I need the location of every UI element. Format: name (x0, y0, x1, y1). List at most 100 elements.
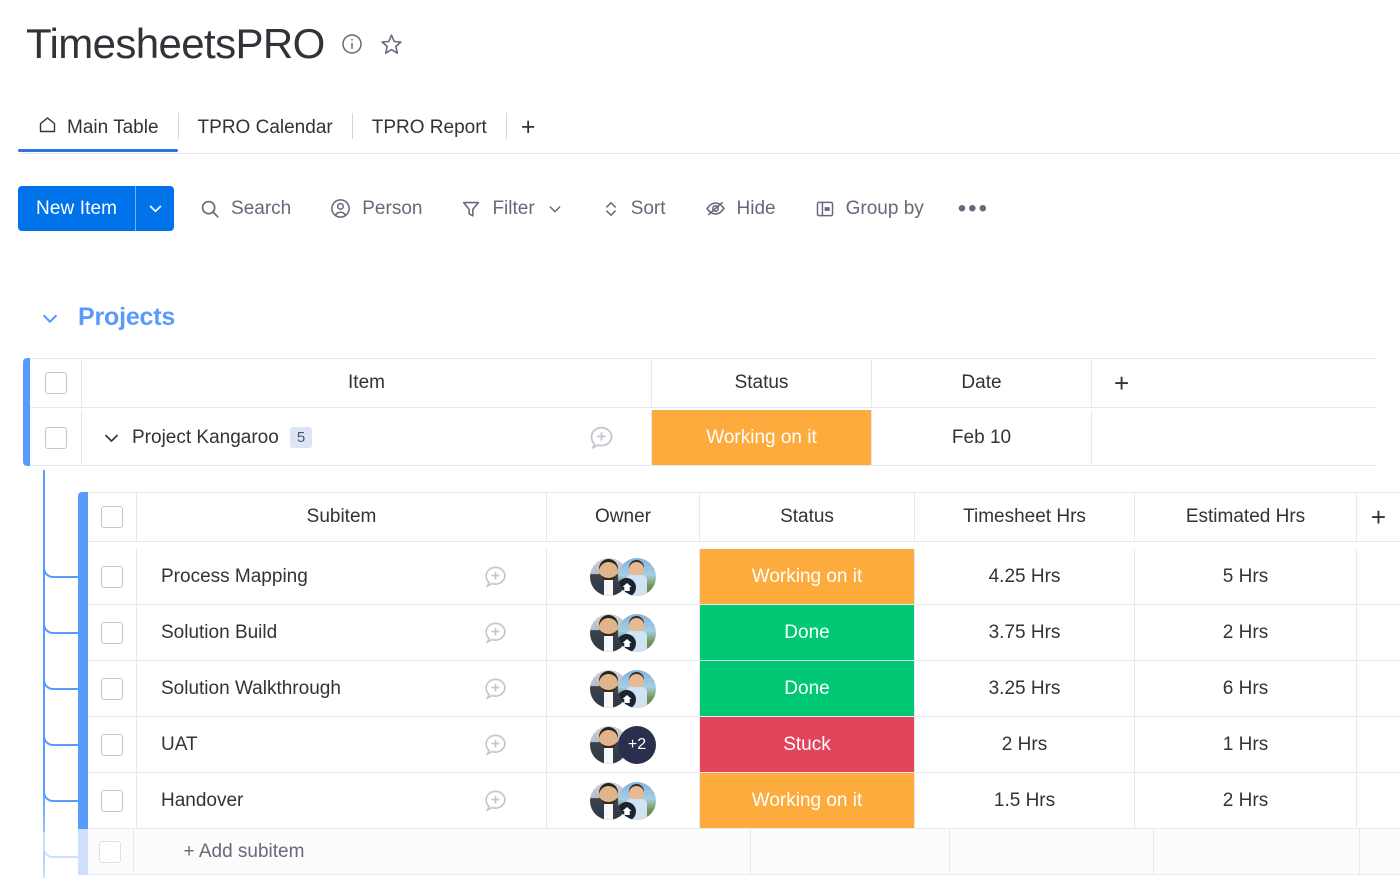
timesheet-hrs-cell[interactable]: 1.5 Hrs (915, 773, 1135, 829)
select-all-checkbox[interactable] (45, 372, 67, 394)
subitem-select-cell[interactable] (88, 661, 137, 717)
group-by-button[interactable]: Group by (801, 189, 937, 229)
tab-tpro-report[interactable]: TPRO Report (353, 104, 506, 151)
column-header-date[interactable]: Date (872, 358, 1092, 408)
subitem-owner-cell[interactable] (547, 773, 700, 829)
timesheet-hrs-cell[interactable]: 3.75 Hrs (915, 605, 1135, 661)
row-select-cell[interactable] (30, 410, 82, 466)
timesheet-hrs-cell[interactable]: 3.25 Hrs (915, 661, 1135, 717)
subitem-updates-cell[interactable] (444, 605, 547, 660)
subitem-updates-cell[interactable] (444, 717, 547, 772)
timesheet-hrs-cell[interactable]: 2 Hrs (915, 717, 1135, 773)
group-header-projects[interactable]: Projects (40, 303, 175, 332)
status-badge[interactable]: Stuck (700, 717, 914, 772)
filter-button[interactable]: Filter (447, 189, 575, 229)
subitem-select-cell[interactable] (88, 605, 137, 661)
avatar-group[interactable] (590, 558, 656, 596)
tab-main-table[interactable]: Main Table (18, 104, 178, 151)
avatar[interactable] (618, 782, 656, 820)
subitem-updates-cell[interactable] (444, 549, 547, 604)
subitem-owner-cell[interactable]: +2 (547, 717, 700, 773)
chat-add-icon[interactable] (482, 675, 509, 702)
add-subitem-row[interactable]: + Add subitem (78, 829, 1400, 875)
subitem-checkbox[interactable] (101, 678, 123, 700)
person-button[interactable]: Person (316, 189, 435, 229)
avatar[interactable] (618, 614, 656, 652)
chat-add-icon[interactable] (482, 563, 509, 590)
status-badge[interactable]: Working on it (652, 410, 871, 465)
column-header-subitem[interactable]: Subitem (137, 492, 547, 542)
subitem-name-cell[interactable]: Handover (137, 773, 547, 829)
item-name-cell[interactable]: Project Kangaroo 5 (82, 410, 652, 466)
chevron-down-icon[interactable] (102, 428, 121, 447)
subitem-checkbox[interactable] (101, 790, 123, 812)
avatar-group[interactable] (590, 670, 656, 708)
add-subitem-cell[interactable]: + Add subitem (134, 829, 610, 875)
subitem-name-cell[interactable]: UAT (137, 717, 547, 773)
date-cell[interactable]: Feb 10 (872, 410, 1092, 466)
avatar-group[interactable] (590, 614, 656, 652)
subitem-name-cell[interactable]: Solution Build (137, 605, 547, 661)
sort-button[interactable]: Sort (588, 189, 679, 229)
avatar[interactable] (618, 558, 656, 596)
chat-add-icon[interactable] (482, 731, 509, 758)
subitem-updates-cell[interactable] (444, 773, 547, 828)
column-header-status[interactable]: Status (652, 358, 872, 408)
tab-tpro-calendar[interactable]: TPRO Calendar (179, 104, 352, 151)
estimated-hrs-cell[interactable]: 2 Hrs (1135, 773, 1357, 829)
subitem-owner-cell[interactable] (547, 605, 700, 661)
column-header-item[interactable]: Item (82, 358, 652, 408)
subitem-checkbox[interactable] (101, 566, 123, 588)
subitem-select-all-cell[interactable] (88, 492, 137, 542)
chevron-down-icon[interactable] (547, 201, 563, 217)
subitem-updates-cell[interactable] (444, 661, 547, 716)
status-badge[interactable]: Working on it (700, 773, 914, 828)
column-header-timesheet-hrs[interactable]: Timesheet Hrs (915, 492, 1135, 542)
more-options-button[interactable]: ••• (949, 189, 998, 229)
estimated-hrs-cell[interactable]: 6 Hrs (1135, 661, 1357, 717)
add-view-button[interactable]: + (507, 104, 550, 151)
subitem-status-cell[interactable]: Working on it (700, 773, 915, 829)
subitem-select-cell[interactable] (88, 773, 137, 829)
subitem-add-column-button[interactable]: + (1357, 492, 1400, 542)
subitem-status-cell[interactable]: Stuck (700, 717, 915, 773)
avatar-overflow-count[interactable]: +2 (618, 726, 656, 764)
subitem-checkbox[interactable] (101, 622, 123, 644)
subitem-checkbox[interactable] (101, 734, 123, 756)
status-badge[interactable]: Done (700, 661, 914, 716)
add-subitem-checkbox[interactable] (99, 841, 121, 863)
avatar-group[interactable] (590, 782, 656, 820)
star-outline-icon[interactable] (379, 31, 405, 57)
item-updates-cell[interactable] (552, 410, 652, 465)
status-badge[interactable]: Done (700, 605, 914, 660)
subitem-select-cell[interactable] (88, 717, 137, 773)
info-circle-icon[interactable] (339, 31, 365, 57)
search-button[interactable]: Search (186, 189, 304, 229)
chat-add-icon[interactable] (482, 619, 509, 646)
avatar-group[interactable]: +2 (590, 726, 656, 764)
subitem-status-cell[interactable]: Done (700, 605, 915, 661)
select-all-cell[interactable] (30, 358, 82, 408)
estimated-hrs-cell[interactable]: 5 Hrs (1135, 549, 1357, 605)
subitem-name-cell[interactable]: Process Mapping (137, 549, 547, 605)
column-header-sub-status[interactable]: Status (700, 492, 915, 542)
subitem-name-cell[interactable]: Solution Walkthrough (137, 661, 547, 717)
chat-add-icon[interactable] (587, 423, 616, 452)
avatar[interactable] (618, 670, 656, 708)
row-checkbox[interactable] (45, 427, 67, 449)
add-subitem-select-cell[interactable] (88, 829, 134, 875)
subitem-status-cell[interactable]: Done (700, 661, 915, 717)
subitem-owner-cell[interactable] (547, 661, 700, 717)
chevron-down-icon[interactable] (136, 186, 174, 231)
status-badge[interactable]: Working on it (700, 549, 914, 604)
new-item-button[interactable]: New Item (18, 186, 174, 231)
status-cell[interactable]: Working on it (652, 410, 872, 466)
column-header-owner[interactable]: Owner (547, 492, 700, 542)
subitem-status-cell[interactable]: Working on it (700, 549, 915, 605)
subitem-select-cell[interactable] (88, 549, 137, 605)
add-subitem-label[interactable]: + Add subitem (134, 841, 305, 863)
column-header-estimated-hrs[interactable]: Estimated Hrs (1135, 492, 1357, 542)
subitem-owner-cell[interactable] (547, 549, 700, 605)
subitem-select-all-checkbox[interactable] (101, 506, 123, 528)
add-column-button[interactable]: + (1092, 358, 1377, 408)
